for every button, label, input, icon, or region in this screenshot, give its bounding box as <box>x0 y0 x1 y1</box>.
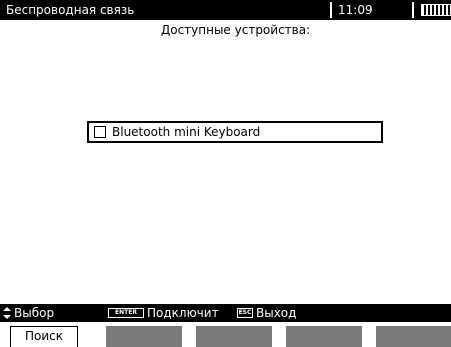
softkey-5[interactable] <box>376 326 451 347</box>
window-title: Беспроводная связь <box>6 3 135 17</box>
device-list-item[interactable]: Bluetooth mini Keyboard <box>87 121 383 143</box>
clock-separator <box>412 2 414 18</box>
search-button[interactable]: Поиск <box>10 326 78 347</box>
checkbox-icon[interactable] <box>94 126 106 138</box>
esc-key-badge: ESC <box>237 308 253 318</box>
enter-key-badge: ENTER <box>108 308 144 318</box>
title-separator <box>330 2 332 18</box>
clock: 11:09 <box>338 3 373 17</box>
device-name: Bluetooth mini Keyboard <box>112 125 261 139</box>
exit-hint: Выход <box>256 306 297 320</box>
softkey-4[interactable] <box>286 326 362 347</box>
status-bar: Выбор ENTER Подключит ESC Выход <box>0 304 451 322</box>
connect-hint: Подключит <box>147 306 219 320</box>
page-heading: Доступные устройства: <box>160 23 311 37</box>
title-bar: Беспроводная связь 11:09 <box>0 0 451 20</box>
softkey-3[interactable] <box>196 326 272 347</box>
softkey-2[interactable] <box>106 326 182 347</box>
softkey-bar: Поиск <box>0 322 451 347</box>
battery-icon <box>421 4 451 16</box>
up-down-arrow-icon <box>3 307 11 319</box>
select-hint: Выбор <box>14 306 55 320</box>
